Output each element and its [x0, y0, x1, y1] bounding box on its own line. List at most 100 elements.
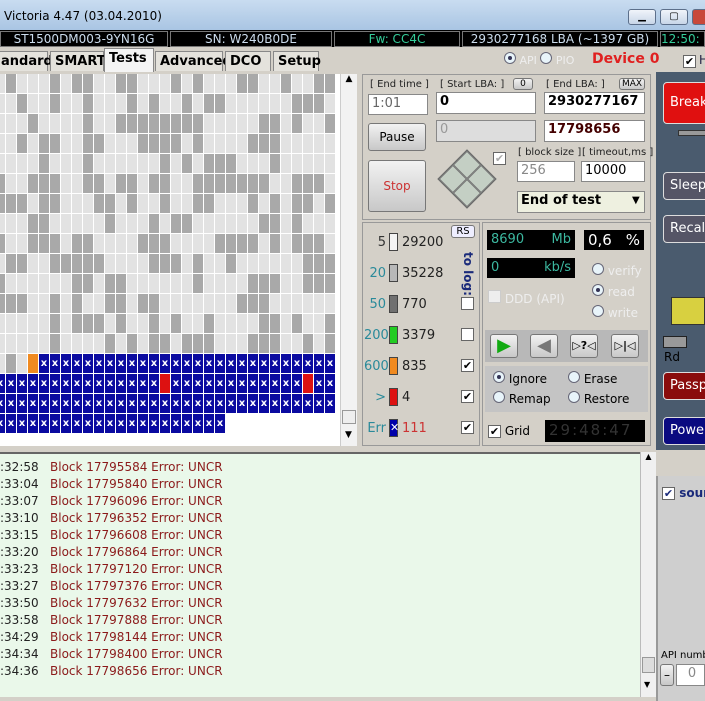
- block-cell: [193, 194, 203, 213]
- read-radio[interactable]: read: [592, 282, 642, 303]
- latency-count: 770: [402, 297, 427, 312]
- chevron-down-icon[interactable]: ▼: [632, 195, 640, 206]
- scroll-down-icon[interactable]: ▼: [644, 680, 650, 689]
- log-checkbox[interactable]: [461, 297, 474, 310]
- block-cell: [127, 274, 137, 293]
- block-cell: [215, 234, 225, 253]
- block-cell: [160, 74, 170, 93]
- close-button[interactable]: [692, 9, 705, 25]
- seek-unknown-icon[interactable]: ▷?◁: [570, 334, 598, 358]
- log-checkbox[interactable]: [461, 328, 474, 341]
- grid-checkbox[interactable]: ✔ Grid: [488, 424, 530, 438]
- block-cell: x: [171, 374, 181, 393]
- block-cell: [0, 294, 5, 313]
- ignore-radio[interactable]: Ignore: [493, 371, 547, 386]
- timeout-select[interactable]: 10000: [581, 161, 645, 182]
- sound-checkbox[interactable]: ✔ sound: [662, 486, 705, 500]
- rd-label: Rd: [664, 350, 680, 364]
- block-cell: [248, 94, 258, 113]
- start-lba-zero-button[interactable]: 0: [513, 78, 533, 90]
- erase-radio[interactable]: Erase: [568, 371, 617, 386]
- seek-end-icon[interactable]: ▷|◁: [611, 334, 639, 358]
- block-cell: [237, 74, 247, 93]
- start-lba-input[interactable]: 0: [436, 92, 536, 114]
- log-scrollbar[interactable]: ▲ ▼: [640, 452, 656, 697]
- end-time-input[interactable]: 1:01: [368, 94, 428, 115]
- remap-radio[interactable]: Remap: [493, 391, 551, 406]
- scroll-down-icon[interactable]: ▼: [345, 430, 352, 440]
- tab-advanced[interactable]: Advanced: [155, 51, 232, 71]
- block-cell: [6, 314, 16, 333]
- pad-checkbox[interactable]: ✔: [493, 152, 506, 165]
- restore-radio[interactable]: Restore: [568, 391, 629, 406]
- tab-setup[interactable]: Setup: [273, 51, 321, 71]
- stop-button[interactable]: Stop: [368, 160, 426, 212]
- scroll-up-icon[interactable]: ▲: [641, 452, 656, 461]
- api-number-input[interactable]: 0: [676, 664, 705, 686]
- tab-tests[interactable]: Tests: [104, 48, 154, 72]
- pause-button[interactable]: Pause: [368, 123, 426, 151]
- block-cell: x: [127, 354, 137, 373]
- verify-radio[interactable]: verify: [592, 261, 642, 282]
- block-cell: [28, 294, 38, 313]
- block-cell: [105, 234, 115, 253]
- block-cell: x: [94, 374, 104, 393]
- break-all-button[interactable]: Break All: [663, 82, 705, 124]
- reverse-icon[interactable]: ◀: [530, 334, 558, 358]
- ddd-api-option[interactable]: DDD (API): [488, 290, 565, 306]
- block-cell: [116, 74, 126, 93]
- block-cell: [17, 334, 27, 353]
- block-cell: [61, 134, 71, 153]
- minimize-button[interactable]: ▁: [628, 9, 656, 25]
- sleep-button[interactable]: Sleep: [663, 172, 705, 200]
- maximize-button[interactable]: ▢: [660, 9, 688, 25]
- block-cell: x: [127, 414, 137, 433]
- block-cell: [226, 114, 236, 133]
- block-size-select[interactable]: 256: [517, 161, 575, 182]
- tab-standard[interactable]: andard: [0, 51, 53, 71]
- write-radio[interactable]: write: [592, 303, 642, 324]
- block-cell: [28, 74, 38, 93]
- block-cell: [281, 214, 291, 233]
- tab-dco[interactable]: DCO: [225, 51, 271, 71]
- block-cell: [116, 334, 126, 353]
- block-cell: [325, 114, 335, 133]
- scroll-thumb[interactable]: [342, 410, 356, 424]
- block-cell: [303, 74, 313, 93]
- block-cell: [50, 174, 60, 193]
- h-checkbox[interactable]: ✔: [683, 55, 696, 68]
- block-cell: [160, 194, 170, 213]
- block-cell: [6, 174, 16, 193]
- max-lba-button[interactable]: MAX: [619, 78, 645, 90]
- log-checkbox[interactable]: ✔: [461, 359, 474, 372]
- play-icon[interactable]: ▶: [490, 334, 518, 358]
- block-cell: [259, 314, 269, 333]
- log-checkbox[interactable]: ✔: [461, 390, 474, 403]
- end-action-select[interactable]: End of test: [517, 191, 645, 213]
- tab-smart[interactable]: SMART: [50, 51, 106, 71]
- block-cell: x: [72, 354, 82, 373]
- block-cell: x: [17, 414, 27, 433]
- block-cell: [6, 114, 16, 133]
- log-time: :33:04: [0, 477, 39, 491]
- recalibrate-button[interactable]: Recall: [663, 215, 705, 243]
- scroll-up-icon[interactable]: ▲: [341, 74, 357, 84]
- block-cell: [94, 294, 104, 313]
- passport-button[interactable]: Passp: [663, 372, 705, 400]
- block-cell: [292, 174, 302, 193]
- scroll-thumb[interactable]: [642, 657, 655, 673]
- api-radio[interactable]: [504, 52, 516, 64]
- api-number-decrement[interactable]: –: [660, 664, 674, 686]
- grid-scrollbar[interactable]: ▲ ▼: [340, 74, 357, 446]
- reset-stats-button[interactable]: RS: [451, 225, 475, 238]
- block-map-grid: xxxxxxxxxxxxxxxxxxxxxxxxxxxxxxxxxxxxxxxx…: [0, 74, 340, 446]
- pio-radio[interactable]: [540, 52, 553, 64]
- block-cell: [226, 174, 236, 193]
- block-cell: x: [171, 394, 181, 413]
- power-button[interactable]: Power: [663, 417, 705, 445]
- end-lba-input[interactable]: 2930277167: [544, 92, 645, 114]
- current-lba-field: 0: [436, 120, 536, 142]
- block-cell: [204, 94, 214, 113]
- log-checkbox[interactable]: ✔: [461, 421, 474, 434]
- block-cell: [270, 194, 280, 213]
